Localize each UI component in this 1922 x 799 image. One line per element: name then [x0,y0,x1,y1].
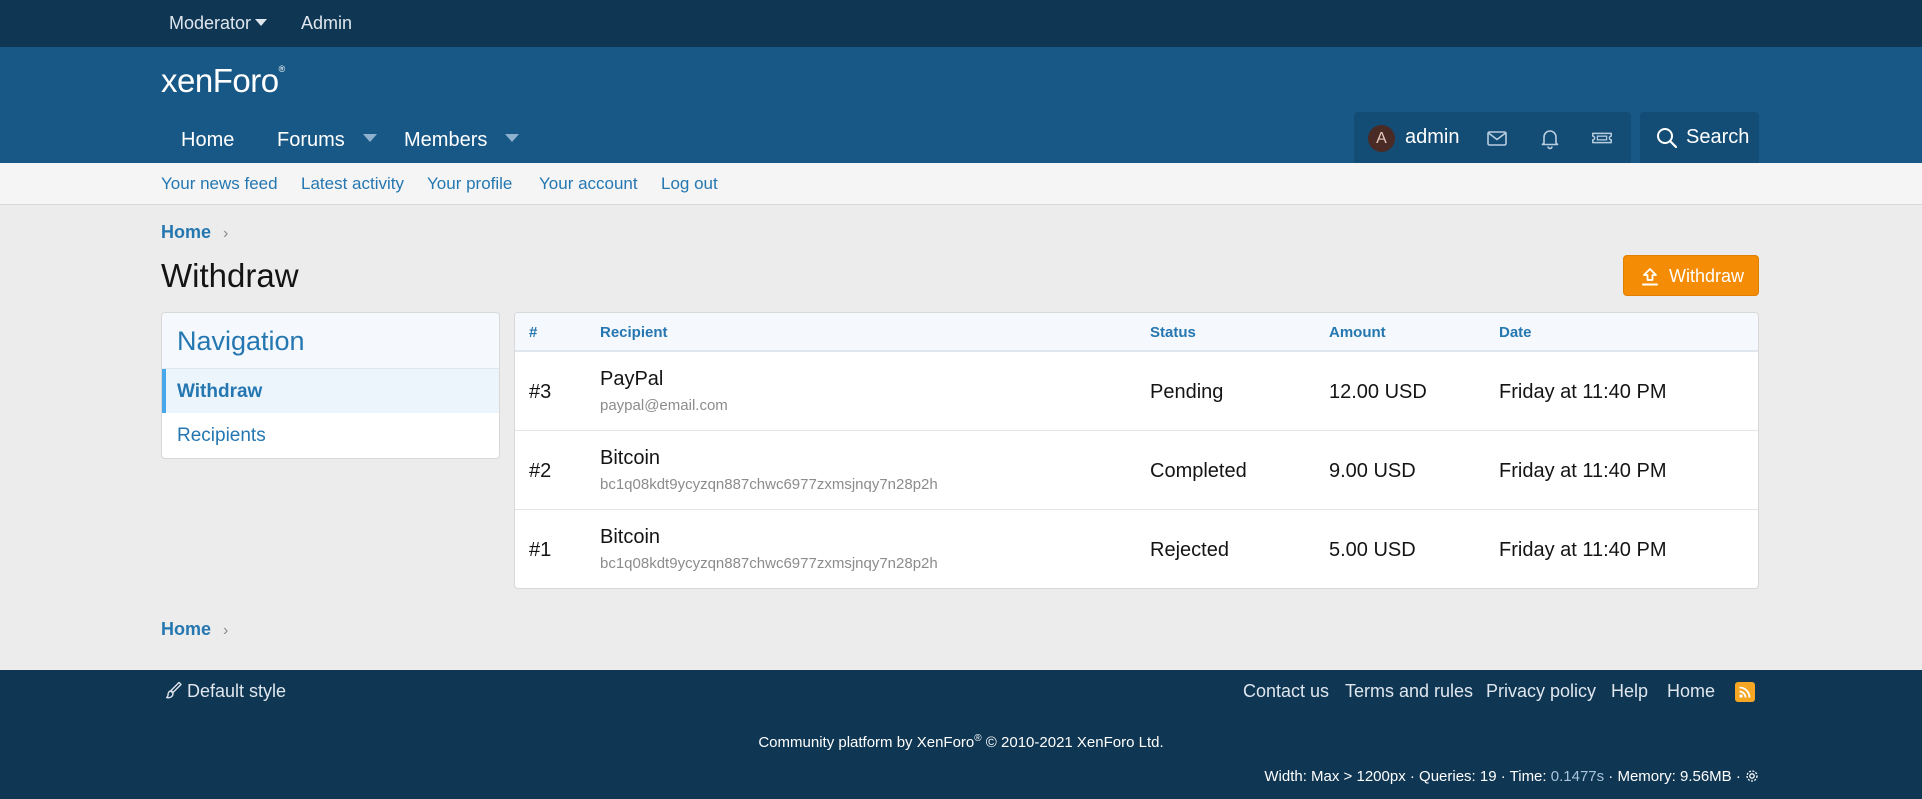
rss-icon[interactable] [1735,682,1755,702]
footer-link-privacy[interactable]: Privacy policy [1486,681,1596,702]
search-label: Search [1686,126,1750,148]
navigation-block: Navigation Withdraw Recipients [161,312,500,459]
breadcrumb: Home › [161,222,228,243]
link-your-account[interactable]: Your account [539,174,638,194]
chevron-right-icon: › [223,225,229,242]
breadcrumb-home[interactable]: Home [161,619,211,639]
column-header-recipient: Recipient [600,324,668,341]
logo-registered-mark: ® [278,64,286,74]
recipient-name: Bitcoin [600,526,661,548]
link-latest-activity[interactable]: Latest activity [301,174,404,194]
debug-output: Width: Max > 1200px · Queries: 19 · Time… [1264,768,1759,785]
logo-text-xen: xen [161,62,213,99]
withdraw-table: # Recipient Status Amount Date #3 PayPal… [514,312,1759,589]
withdraw-button-label: Withdraw [1669,266,1745,286]
row-status: Rejected [1150,539,1229,561]
breadcrumb-bottom: Home › [161,619,228,640]
table-row: #3 PayPal paypal@email.com Pending 12.00… [515,352,1758,431]
debug-time: 0.1477s [1550,768,1605,785]
column-header-date: Date [1499,324,1532,341]
nav-item-recipients[interactable]: Recipients [162,413,499,457]
rss-glyph-icon [1739,686,1751,698]
debug-text-a: Width: Max > 1200px · Queries: 19 · Time… [1264,768,1551,785]
table-header: # Recipient Status Amount Date [515,313,1758,352]
row-amount: 9.00 USD [1329,460,1416,482]
registered-mark: ® [974,733,982,744]
moderator-menu[interactable]: Moderator [169,13,268,34]
column-header-status: Status [1150,324,1196,341]
row-number: #1 [529,539,552,561]
row-amount: 5.00 USD [1329,539,1416,561]
ticket-icon[interactable] [1590,126,1614,150]
style-chooser-label: Default style [187,681,287,701]
row-date: Friday at 11:40 PM [1499,381,1667,403]
bell-icon[interactable] [1538,126,1562,150]
upload-icon [1642,268,1658,286]
recipient-detail: bc1q08kdt9ycyzqn887chwc6977zxmsjnqy7n28p… [600,476,938,493]
withdraw-button[interactable]: Withdraw [1623,255,1759,296]
tab-forums[interactable]: Forums [277,129,377,152]
avatar: A [1368,125,1395,152]
copyright-text-b: © 2010-2021 XenForo Ltd. [981,734,1164,751]
tab-members[interactable]: Members [404,129,520,152]
link-log-out[interactable]: Log out [661,174,718,194]
column-header-amount: Amount [1329,324,1386,341]
tab-members-label: Members [404,129,488,151]
footer-link-contact[interactable]: Contact us [1243,681,1329,702]
row-date: Friday at 11:40 PM [1499,460,1667,482]
link-your-profile[interactable]: Your profile [427,174,512,194]
tab-forums-label: Forums [277,129,345,151]
recipient-name: Bitcoin [600,447,661,469]
page-title: Withdraw [161,257,299,294]
staff-bar: Moderator Admin [0,0,1922,47]
admin-link[interactable]: Admin [301,13,352,34]
navigation-header: Navigation [162,313,499,369]
row-number: #3 [529,381,552,403]
logo-text-foro: Foro [212,62,279,99]
footer-link-help[interactable]: Help [1611,681,1648,702]
xenforo-link[interactable]: Community platform by XenForo® [758,733,982,751]
navigation-title: Navigation [177,326,305,356]
search-icon [1657,128,1678,149]
username: admin [1405,126,1460,148]
recipient-detail: paypal@email.com [600,397,728,414]
row-number: #2 [529,460,552,482]
chevron-right-icon: › [223,622,229,639]
footer-link-home[interactable]: Home [1667,681,1715,702]
table-row: #1 Bitcoin bc1q08kdt9ycyzqn887chwc6977zx… [515,510,1758,588]
style-chooser[interactable]: Default style [165,681,287,702]
brush-icon [165,681,182,699]
site-footer: Default style Contact us Terms and rules… [0,670,1922,799]
recipient-detail: bc1q08kdt9ycyzqn887chwc6977zxmsjnqy7n28p… [600,555,938,572]
row-status: Pending [1150,381,1224,403]
recipient-name: PayPal [600,368,664,390]
search-button[interactable]: Search [1640,112,1759,163]
footer-link-terms[interactable]: Terms and rules [1345,681,1473,702]
row-status: Completed [1150,460,1247,482]
sub-nav: Your news feed Latest activity Your prof… [0,163,1922,205]
envelope-icon[interactable] [1485,126,1509,150]
site-logo[interactable]: xenForo® [161,62,285,100]
breadcrumb-home[interactable]: Home [161,222,211,242]
row-amount: 12.00 USD [1329,381,1427,403]
gear-icon[interactable] [1745,769,1759,783]
debug-text-b: · Memory: 9.56MB · [1604,768,1745,785]
site-header: xenForo® Home Forums Members A admin Sea… [0,47,1922,163]
tab-home[interactable]: Home [181,129,234,152]
user-nav: A admin [1354,112,1631,163]
link-news-feed[interactable]: Your news feed [161,174,278,194]
chevron-down-icon [255,19,268,26]
chevron-down-icon[interactable] [505,134,520,142]
copyright-text-a: Community platform by XenForo [758,734,975,751]
nav-item-withdraw[interactable]: Withdraw [162,369,499,413]
row-date: Friday at 11:40 PM [1499,539,1667,561]
column-header-num: # [529,324,538,341]
chevron-down-icon[interactable] [362,134,377,142]
table-row: #2 Bitcoin bc1q08kdt9ycyzqn887chwc6977zx… [515,431,1758,510]
moderator-label: Moderator [169,13,252,33]
copyright: Community platform by XenForo® © 2010-20… [0,733,1922,751]
